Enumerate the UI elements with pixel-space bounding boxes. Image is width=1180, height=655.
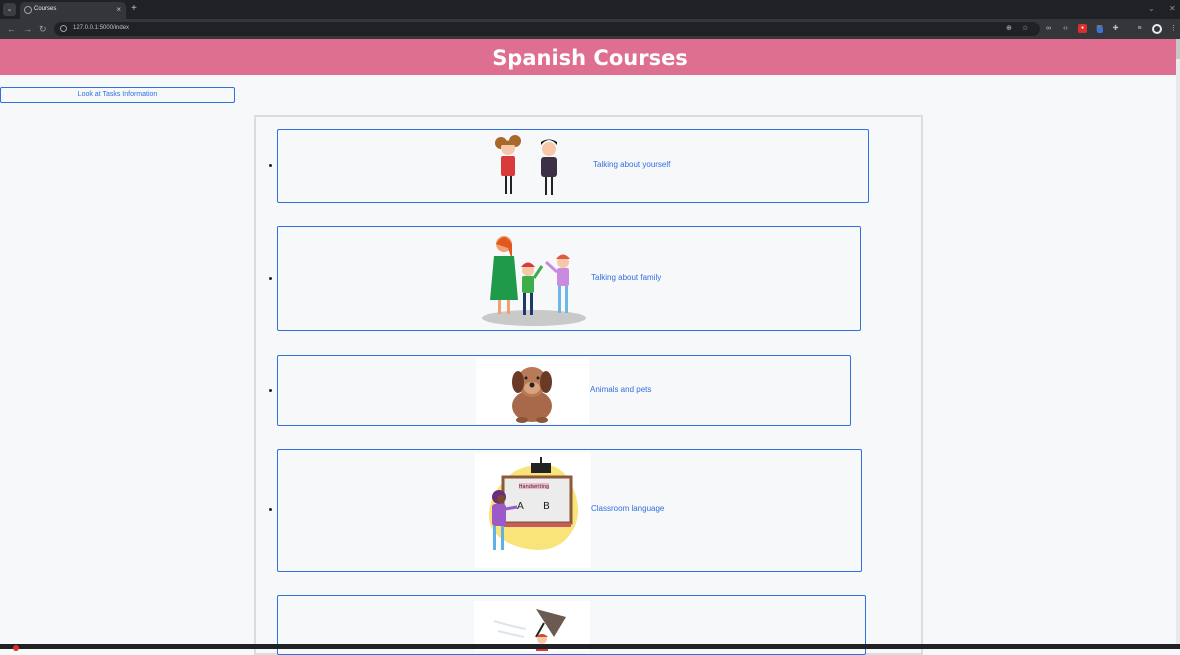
family-illustration [482, 236, 586, 326]
board-letter: B [543, 501, 550, 512]
extension-badge-icon [1097, 27, 1103, 33]
puzzle-icon[interactable]: ✚ [1111, 24, 1120, 33]
page-title: Spanish Courses [492, 46, 688, 70]
zoom-icon[interactable]: ⊕ [1006, 24, 1012, 34]
profile-icon[interactable] [1152, 24, 1162, 34]
list-bullet [269, 389, 272, 392]
dog-illustration [476, 358, 589, 424]
boy-and-girl-illustration [495, 135, 557, 195]
course-item-talking-about-family[interactable]: Talking about family [269, 226, 861, 331]
extension-icon[interactable]: ∞ [1044, 24, 1053, 33]
course-label[interactable]: Classroom language [591, 504, 664, 513]
page-header: Spanish Courses [0, 39, 1180, 75]
back-button[interactable]: ← [7, 23, 16, 35]
course-label[interactable]: Talking about family [591, 273, 661, 282]
site-info-icon[interactable] [60, 25, 67, 32]
extension-icon[interactable]: ● [1078, 24, 1087, 33]
extension-icon[interactable]: ‹› [1061, 24, 1070, 33]
course-label[interactable]: Animals and pets [590, 385, 651, 394]
tab-title: Courses [34, 6, 57, 12]
url-text: 127.0.0.1:5000/index [73, 25, 130, 31]
course-container: Talking about yourself Talking about fam… [254, 115, 923, 655]
scrollbar-thumb[interactable] [1176, 39, 1180, 59]
close-icon[interactable]: × [116, 5, 121, 15]
star-icon[interactable]: ☆ [1022, 24, 1028, 34]
tasks-info-button[interactable]: Look at Tasks Information [0, 87, 235, 103]
taskbar-strip [0, 644, 1180, 651]
board-letter: A [517, 501, 524, 512]
app-icon[interactable] [13, 645, 19, 651]
course-item-classroom-language[interactable]: Handwriting A B Classroom language [269, 449, 862, 572]
globe-icon [24, 6, 32, 14]
browser-tab[interactable]: Courses × [20, 2, 126, 19]
address-bar[interactable]: 127.0.0.1:5000/index ⊕ ☆ [54, 22, 1040, 36]
course-item-talking-about-yourself[interactable]: Talking about yourself [269, 129, 869, 203]
close-window-button[interactable]: ✕ [1169, 4, 1176, 14]
forward-button[interactable]: → [23, 23, 32, 35]
page-scrollbar[interactable] [1176, 39, 1180, 644]
board-title: Handwriting [519, 484, 549, 490]
list-bullet [269, 277, 272, 280]
list-bullet [269, 508, 272, 511]
minimize-button[interactable]: ⌄ [1148, 4, 1155, 14]
list-bullet [269, 164, 272, 167]
browser-tab-strip: ⌄ Courses × + ⌄ ✕ [0, 0, 1180, 19]
browser-toolbar: ← → ↻ 127.0.0.1:5000/index ⊕ ☆ ∞ ‹› ● ▣ … [0, 19, 1180, 39]
classroom-whiteboard-illustration: Handwriting A B [475, 453, 591, 568]
course-label[interactable]: Talking about yourself [593, 160, 670, 169]
reload-button[interactable]: ↻ [39, 23, 47, 35]
tab-list-button[interactable]: ⌄ [3, 3, 16, 16]
new-tab-button[interactable]: + [131, 3, 137, 15]
menu-icon[interactable]: ⋮ [1169, 24, 1178, 33]
tab-search-icon[interactable]: ≡ [1135, 24, 1144, 33]
course-item-animals-and-pets[interactable]: Animals and pets [269, 355, 851, 426]
